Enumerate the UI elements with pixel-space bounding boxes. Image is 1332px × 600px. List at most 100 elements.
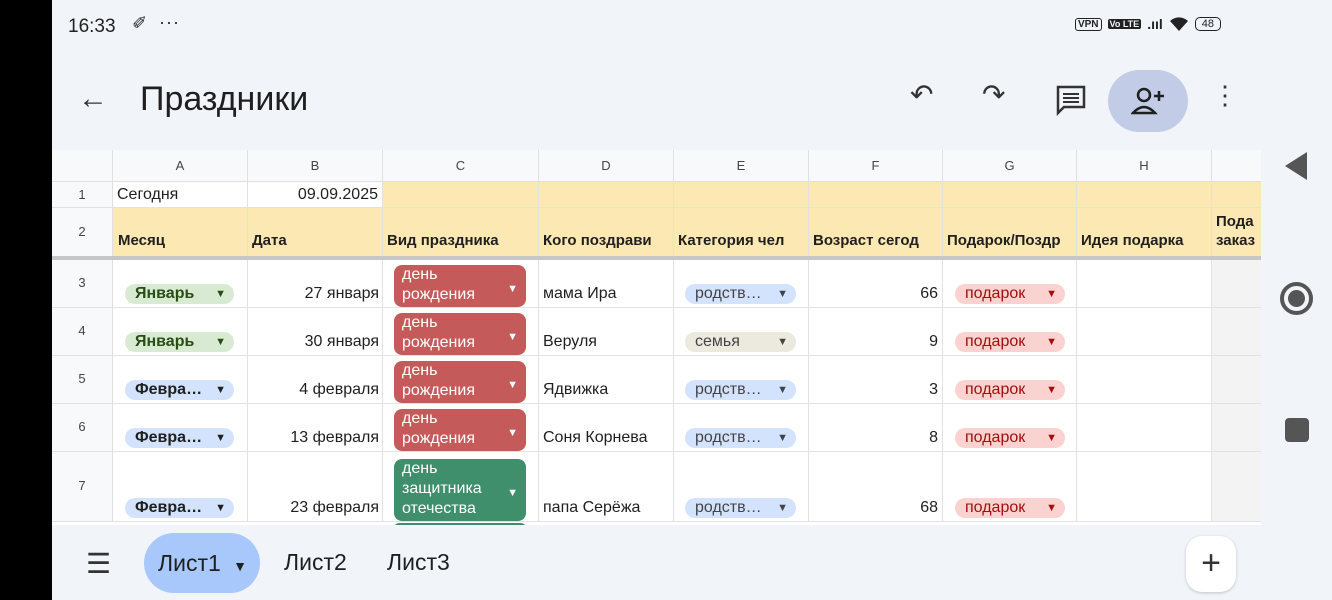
back-arrow-icon[interactable]: ← <box>78 82 108 116</box>
column-header-h[interactable]: H <box>1077 150 1212 182</box>
holiday-type-dropdown[interactable]: день рождения ▼ <box>394 265 526 307</box>
row-header-7[interactable]: 7 <box>52 452 113 522</box>
cell-h3[interactable] <box>1077 260 1212 308</box>
header-age[interactable]: Возраст сегод <box>809 208 943 258</box>
category-chip[interactable]: семья ▼ <box>685 332 796 352</box>
category-chip[interactable]: родств… ▼ <box>685 498 796 518</box>
header-order[interactable]: Пода заказ <box>1212 208 1261 258</box>
age-cell[interactable]: 66 <box>809 260 943 308</box>
column-header-e[interactable]: E <box>674 150 809 182</box>
row-header-4[interactable]: 4 <box>52 308 113 356</box>
column-header-g[interactable]: G <box>943 150 1077 182</box>
row-header-5[interactable]: 5 <box>52 356 113 404</box>
column-header-f[interactable]: F <box>809 150 943 182</box>
nav-recents-icon[interactable] <box>1285 418 1309 442</box>
share-button[interactable] <box>1108 70 1188 132</box>
date-cell[interactable]: 27 января <box>248 260 383 308</box>
header-gift[interactable]: Подарок/Поздр <box>943 208 1077 258</box>
cell-i4[interactable] <box>1212 308 1261 356</box>
recipient-cell[interactable]: мама Ира <box>539 260 674 308</box>
tab-sheet2[interactable]: Лист2 <box>284 549 347 576</box>
grid-corner[interactable] <box>52 150 113 182</box>
date-cell[interactable]: 23 февраля <box>248 452 383 522</box>
gift-chip[interactable]: подарок ▼ <box>955 332 1065 352</box>
cell-a1[interactable]: Сегодня <box>113 182 248 208</box>
holiday-line: день <box>402 362 438 379</box>
header-whom[interactable]: Кого поздрави <box>539 208 674 258</box>
cell-f1[interactable] <box>809 182 943 208</box>
cell-h7[interactable] <box>1077 452 1212 522</box>
tab-sheet3[interactable]: Лист3 <box>387 549 450 576</box>
column-header-d[interactable]: D <box>539 150 674 182</box>
category-chip[interactable]: родств… ▼ <box>685 428 796 448</box>
header-month[interactable]: Месяц <box>113 208 248 258</box>
header-category[interactable]: Категория чел <box>674 208 809 258</box>
header-gift-idea[interactable]: Идея подарка <box>1077 208 1212 258</box>
month-chip[interactable]: Февра… ▼ <box>125 498 234 518</box>
holiday-type-dropdown[interactable]: день рождения ▼ <box>394 313 526 355</box>
more-options-icon[interactable]: ⋮ <box>1212 80 1238 111</box>
category-chip[interactable]: родств… ▼ <box>685 380 796 400</box>
tab-sheet1[interactable]: Лист1 ▼ <box>144 533 260 593</box>
cell-b1[interactable]: 09.09.2025 <box>248 182 383 208</box>
row-header-3[interactable]: 3 <box>52 260 113 308</box>
recipient-cell[interactable]: папа Серёжа <box>539 452 674 522</box>
cell-i5[interactable] <box>1212 356 1261 404</box>
month-chip[interactable]: Январь ▼ <box>125 284 234 304</box>
holiday-type-dropdown[interactable]: день защитника отечества ▼ <box>394 459 526 521</box>
wifi-icon <box>1169 17 1188 31</box>
all-sheets-menu-icon[interactable]: ☰ <box>86 547 111 580</box>
cell-e1[interactable] <box>674 182 809 208</box>
recipient-cell[interactable]: Соня Корнева <box>539 404 674 452</box>
holiday-type-dropdown[interactable]: день рождения ▼ <box>394 361 526 403</box>
add-sheet-button[interactable]: + <box>1186 536 1236 592</box>
header-holiday-type[interactable]: Вид праздника <box>383 208 539 258</box>
month-chip[interactable]: Январь ▼ <box>125 332 234 352</box>
category-chip[interactable]: родств… ▼ <box>685 284 796 304</box>
date-cell[interactable]: 30 января <box>248 308 383 356</box>
date-cell[interactable]: 4 февраля <box>248 356 383 404</box>
age-cell[interactable]: 68 <box>809 452 943 522</box>
gift-chip[interactable]: подарок ▼ <box>955 284 1065 304</box>
age-cell[interactable]: 9 <box>809 308 943 356</box>
cell-h5[interactable] <box>1077 356 1212 404</box>
cell-i7[interactable] <box>1212 452 1261 522</box>
chevron-down-icon: ▼ <box>215 288 226 300</box>
cell-h1[interactable] <box>1077 182 1212 208</box>
spreadsheet-grid[interactable]: A B C D E F G H 1 2 3 4 5 6 7 Сегодня 09… <box>52 150 1261 525</box>
redo-icon[interactable]: ↷ <box>982 78 1005 111</box>
row-header-1[interactable]: 1 <box>52 182 113 208</box>
column-header-c[interactable]: C <box>383 150 539 182</box>
cell-i6[interactable] <box>1212 404 1261 452</box>
age-cell[interactable]: 3 <box>809 356 943 404</box>
cell-d1[interactable] <box>539 182 674 208</box>
month-chip[interactable]: Февра… ▼ <box>125 380 234 400</box>
nav-back-icon[interactable] <box>1285 152 1307 180</box>
row-header-2[interactable]: 2 <box>52 208 113 258</box>
cell-h6[interactable] <box>1077 404 1212 452</box>
column-header-i[interactable] <box>1212 150 1261 182</box>
cell-i3[interactable] <box>1212 260 1261 308</box>
cell-i1[interactable] <box>1212 182 1261 208</box>
chevron-down-icon: ▼ <box>777 288 788 300</box>
cell-c1[interactable] <box>383 182 539 208</box>
age-cell[interactable]: 8 <box>809 404 943 452</box>
gift-chip[interactable]: подарок ▼ <box>955 498 1065 518</box>
column-header-b[interactable]: B <box>248 150 383 182</box>
gift-chip[interactable]: подарок ▼ <box>955 428 1065 448</box>
header-date[interactable]: Дата <box>248 208 383 258</box>
cell-h4[interactable] <box>1077 308 1212 356</box>
undo-icon[interactable]: ↶ <box>910 78 933 111</box>
nav-home-icon[interactable] <box>1280 282 1313 315</box>
cell-g1[interactable] <box>943 182 1077 208</box>
date-cell[interactable]: 13 февраля <box>248 404 383 452</box>
comments-icon[interactable] <box>1055 84 1087 116</box>
row-header-6[interactable]: 6 <box>52 404 113 452</box>
holiday-type-dropdown[interactable]: день рождения ▼ <box>394 409 526 451</box>
recipient-cell[interactable]: Веруля <box>539 308 674 356</box>
holiday-line: рождения <box>402 286 475 303</box>
gift-chip[interactable]: подарок ▼ <box>955 380 1065 400</box>
column-header-a[interactable]: A <box>113 150 248 182</box>
recipient-cell[interactable]: Ядвижка <box>539 356 674 404</box>
month-chip[interactable]: Февра… ▼ <box>125 428 234 448</box>
